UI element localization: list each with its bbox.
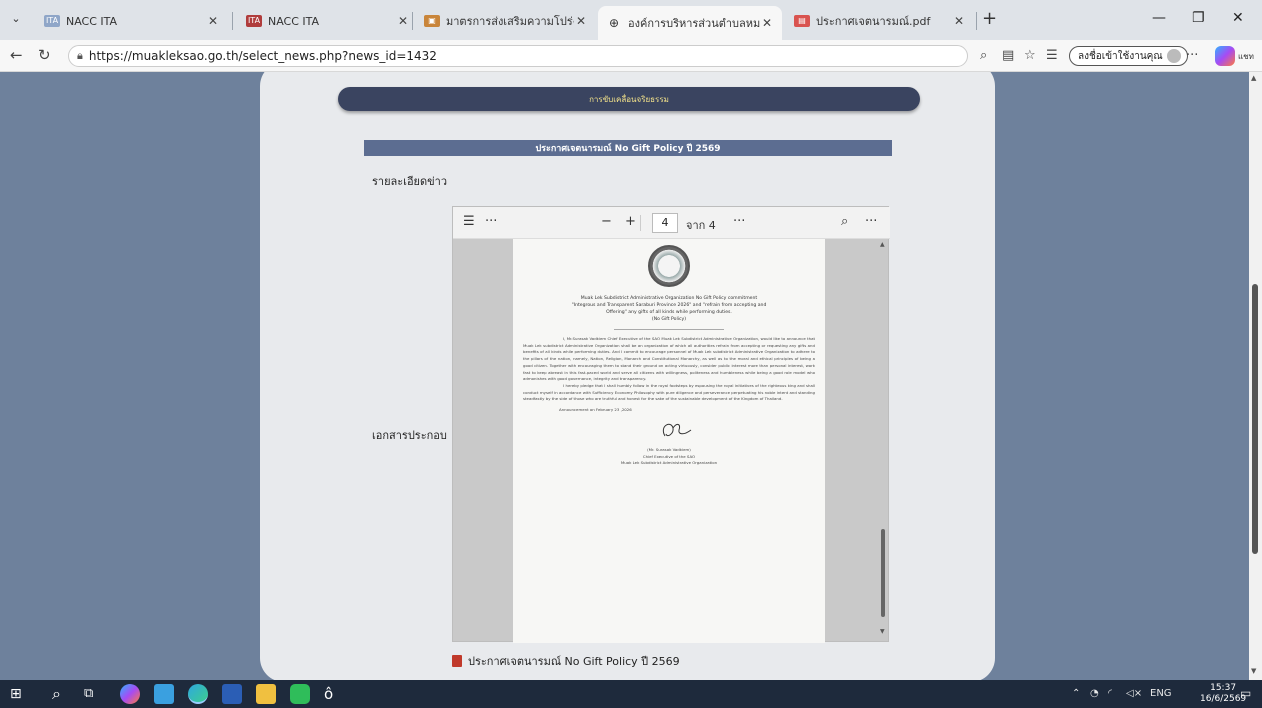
nacc-favicon-icon: ITA (246, 15, 262, 27)
file-link-label: ประกาศเจตนารมณ์ No Gift Policy ปี 2569 (468, 655, 680, 668)
image-favicon-icon: ▣ (424, 15, 440, 27)
sign-in-label: ลงชื่อเข้าใช้งานคุณ (1078, 50, 1163, 62)
tab-nacc-ita-1[interactable]: ITA NACC ITA ✕ (36, 6, 228, 36)
scroll-up-icon[interactable]: ▲ (1251, 74, 1256, 82)
line-icon[interactable] (290, 684, 310, 704)
sao-seal-logo (648, 245, 690, 287)
page-count: จาก 4 (686, 219, 716, 232)
lock-icon: 🔒︎ (77, 49, 83, 62)
windows-taskbar: ⊞ ⌕ ⧉ ô ⌃ ◔ ◜ ◁× ENG 15:37 16/6/2569 ▭ (0, 680, 1262, 708)
network-icon[interactable]: ◔ (1090, 688, 1099, 699)
globe-icon: ⊕ (608, 16, 620, 30)
avatar (1166, 49, 1181, 63)
tab-label: NACC ITA (268, 14, 320, 28)
tab-label: มาตรการส่งเสริมความโปร่งใสและป้องกัน (446, 15, 574, 28)
reader-mode-icon[interactable]: ▤ (1002, 48, 1014, 63)
web-page: การขับเคลื่อนจริยธรรม ประกาศเจตนารมณ์ No… (0, 72, 1262, 680)
scroll-up-icon[interactable]: ▲ (880, 241, 885, 248)
tab-label: องค์การบริหารส่วนตำบลหมากเหล็ก อำเภ (628, 17, 760, 30)
favorite-star-icon[interactable]: ☆ (1024, 48, 1036, 63)
close-tab-2[interactable]: ✕ (396, 6, 410, 36)
section-header: การขับเคลื่อนจริยธรรม (338, 87, 920, 111)
tab-pdf[interactable]: ▤ ประกาศเจตนารมณ์.pdf ✕ (786, 6, 974, 36)
nacc-favicon-icon: ITA (44, 15, 60, 27)
pdf-more-right-icon[interactable]: ··· (865, 214, 877, 229)
pdf-scroll-area[interactable]: Muak Lek Subdistrict Administrative Orga… (453, 239, 890, 643)
zoom-in-icon[interactable]: + (625, 214, 636, 229)
news-detail-label: รายละเอียดข่าว (372, 175, 448, 188)
file-explorer-icon[interactable] (256, 684, 276, 704)
pdf-page: Muak Lek Subdistrict Administrative Orga… (513, 239, 825, 643)
pdf-more-center-icon[interactable]: ··· (733, 214, 745, 229)
scroll-down-icon[interactable]: ▼ (880, 628, 885, 635)
language-indicator[interactable]: ENG (1150, 688, 1172, 699)
tab-strip: ⌄ ITA NACC ITA ✕ ITA NACC ITA ✕ ▣ มาตรกา… (0, 0, 1262, 40)
notification-icon[interactable]: ▭ (1240, 686, 1251, 700)
sign-in-button[interactable]: ลงชื่อเข้าใช้งานคุณ (1069, 46, 1188, 66)
pdf-scrollbar[interactable]: ▲ ▼ (878, 239, 888, 643)
page-number-input[interactable]: 4 (652, 213, 678, 233)
signature-image (662, 423, 692, 437)
volume-icon[interactable]: ◁× (1126, 688, 1142, 699)
tab-label: NACC ITA (66, 14, 118, 28)
table-of-contents-icon[interactable]: ☰ (463, 214, 475, 229)
store-icon[interactable] (154, 684, 174, 704)
pdf-favicon-icon: ▤ (794, 15, 810, 27)
page-scrollbar[interactable]: ▲ ▼ (1249, 72, 1262, 680)
tab-nacc-ita-2[interactable]: ITA NACC ITA (238, 6, 388, 36)
start-icon[interactable]: ⊞ (10, 686, 26, 702)
tab-list-dropdown-icon[interactable]: ⌄ (6, 12, 26, 30)
announcement-date: Announcement on February 23 ,2026 (559, 407, 632, 413)
close-tab-icon[interactable]: ✕ (952, 14, 966, 28)
minimize-icon[interactable]: — (1152, 10, 1166, 26)
content-panel: การขับเคลื่อนจริยธรรม ประกาศเจตนารมณ์ No… (260, 72, 995, 680)
pdf-scroll-thumb[interactable] (881, 529, 885, 617)
task-view-icon[interactable]: ⧉ (84, 684, 104, 704)
address-bar[interactable]: 🔒︎ https://muakleksao.go.th/select_news.… (68, 45, 968, 67)
search-icon[interactable]: ⌕ (52, 684, 72, 704)
word-icon[interactable] (222, 684, 242, 704)
restore-icon[interactable]: ❐ (1192, 10, 1205, 26)
pdf-toolbar: ☰ ··· − + 4 จาก 4 ··· ⌕ ··· (453, 207, 890, 239)
close-tab-icon[interactable]: ✕ (396, 14, 410, 28)
close-tab-icon[interactable]: ✕ (574, 14, 588, 28)
zoom-icon[interactable]: ⌕ (980, 48, 987, 63)
back-icon[interactable]: ← (10, 46, 23, 64)
scroll-down-icon[interactable]: ▼ (1251, 667, 1256, 675)
tab-measures[interactable]: ▣ มาตรการส่งเสริมความโปร่งใสและป้องกัน ✕ (416, 6, 596, 36)
zoom-out-icon[interactable]: − (601, 214, 612, 229)
more-menu-icon[interactable]: ··· (1186, 48, 1198, 63)
close-window-icon[interactable]: ✕ (1232, 10, 1244, 26)
close-tab-icon[interactable]: ✕ (206, 14, 220, 28)
edge-icon[interactable] (188, 684, 208, 704)
browser-toolbar: ← ↻ 🔒︎ https://muakleksao.go.th/select_n… (0, 40, 1262, 72)
refresh-icon[interactable]: ↻ (38, 46, 51, 64)
copilot-taskbar-icon[interactable] (120, 684, 140, 704)
close-tab-icon[interactable]: ✕ (760, 16, 774, 30)
tray-chevron-icon[interactable]: ⌃ (1072, 688, 1080, 699)
pdf-file-icon (452, 655, 462, 667)
pdf-viewer[interactable]: ☰ ··· − + 4 จาก 4 ··· ⌕ ··· Muak Lek Sub… (452, 206, 890, 643)
url-text: https://muakleksao.go.th/select_news.php… (88, 49, 437, 63)
document-body: I, Mr.Surasak Vadkiem Chief Executive of… (523, 336, 815, 402)
pdf-search-icon[interactable]: ⌕ (841, 214, 848, 229)
signer-block: (Mr. Surasak Vadkiem) Chief Executive of… (620, 447, 718, 466)
page-scroll-thumb[interactable] (1252, 284, 1258, 554)
news-title-bar: ประกาศเจตนารมณ์ No Gift Policy ปี 2569 (364, 140, 892, 156)
app-icon[interactable]: ô (324, 684, 344, 704)
document-heading: Muak Lek Subdistrict Administrative Orga… (571, 296, 767, 322)
new-tab-icon[interactable]: + (982, 8, 997, 29)
tab-muaklek-sao[interactable]: ⊕ องค์การบริหารส่วนตำบลหมากเหล็ก อำเภ ✕ (598, 6, 782, 40)
copilot-icon[interactable] (1215, 46, 1235, 66)
favorites-icon[interactable]: ☰ (1046, 48, 1058, 63)
tab-label: ประกาศเจตนารมณ์.pdf (816, 15, 931, 28)
pdf-file-link[interactable]: ประกาศเจตนารมณ์ No Gift Policy ปี 2569 (452, 652, 680, 670)
wifi-icon[interactable]: ◜ (1108, 688, 1112, 699)
copilot-label: แชท (1238, 52, 1254, 61)
attachment-label: เอกสารประกอบ (372, 429, 447, 442)
pdf-more-left-icon[interactable]: ··· (485, 214, 497, 229)
